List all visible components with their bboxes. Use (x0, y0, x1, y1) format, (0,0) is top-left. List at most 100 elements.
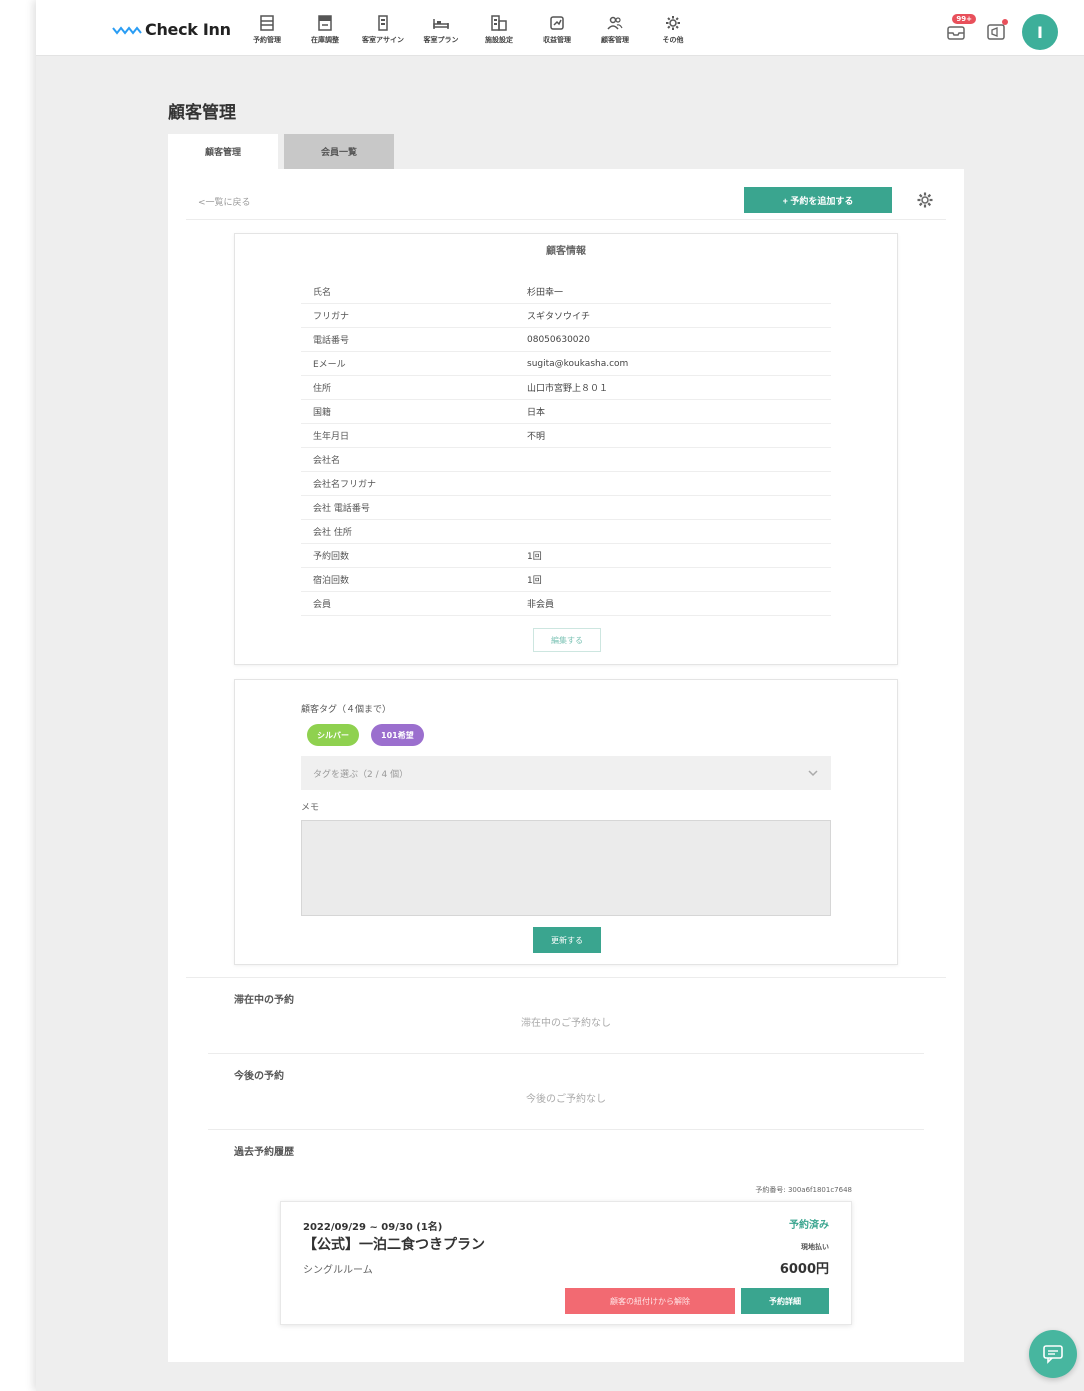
unread-dot (1002, 19, 1008, 25)
reservation-number: 予約番号: 300a6f1801c7648 (755, 1186, 852, 1194)
nav-label: 在庫調整 (311, 36, 339, 44)
info-label: 会社名フリガナ (313, 480, 377, 490)
info-row: 予約回数 1回 (301, 544, 831, 568)
info-label: 電話番号 (313, 336, 350, 346)
nav-item-revenue[interactable]: 収益管理 (528, 14, 586, 45)
unlink-customer-button[interactable]: 顧客の紐付けから解除 (565, 1288, 735, 1314)
add-reservation-button[interactable]: + 予約を追加する (744, 187, 892, 213)
chart-icon (550, 16, 564, 30)
info-label: 氏名 (313, 288, 332, 298)
avatar[interactable]: I (1022, 14, 1058, 50)
divider (208, 1129, 924, 1130)
nav-item-room-assign[interactable]: 客室アサイン (354, 14, 412, 45)
nav-item-reservations[interactable]: 予約管理 (238, 14, 296, 45)
past-reservation-card[interactable]: 2022/09/29 ~ 09/30 (1名) 【公式】一泊二食つきプラン シン… (280, 1201, 852, 1325)
nav-item-customers[interactable]: 顧客管理 (586, 14, 644, 45)
tab-bar: 顧客管理 会員一覧 (168, 134, 400, 169)
customer-tags-label: 顧客タグ（４個まで） (301, 705, 392, 715)
divider (208, 1053, 924, 1054)
nav-label: 客室プラン (423, 36, 459, 44)
info-label: 宿泊回数 (313, 576, 350, 586)
info-label: 予約回数 (313, 552, 350, 562)
announcements-button[interactable] (982, 18, 1010, 46)
list-icon (260, 15, 274, 31)
memo-label: メモ (301, 803, 320, 813)
main-nav: 予約管理 在庫調整 客室アサイン 客室プラン 施設設定 収益管理 顧客管理 その… (238, 14, 702, 45)
info-label: 生年月日 (313, 432, 350, 442)
nav-label: 予約管理 (253, 36, 281, 44)
inbox-notification-icon (947, 26, 965, 40)
staying-empty-text: 滞在中のご予約なし (521, 1018, 611, 1029)
building-icon (378, 15, 388, 31)
info-value: 山口市宮野上８０１ (527, 384, 609, 394)
notifications-button[interactable]: 99+ (942, 14, 976, 46)
update-button[interactable]: 更新する (533, 927, 601, 953)
info-row: 氏名 杉田幸一 (301, 280, 831, 304)
reservation-status: 予約済み (789, 1220, 829, 1231)
nav-item-inventory[interactable]: 在庫調整 (296, 14, 354, 45)
info-label: 住所 (313, 384, 332, 394)
info-row: 会社 住所 (301, 520, 831, 544)
customer-info-title: 顧客情報 (546, 246, 586, 257)
info-row: 国籍 日本 (301, 400, 831, 424)
nav-item-other[interactable]: その他 (644, 14, 702, 45)
tag-room-101[interactable]: 101希望 (371, 724, 424, 746)
upcoming-empty-text: 今後のご予約なし (526, 1094, 606, 1105)
divider (186, 219, 946, 220)
upcoming-section-title: 今後の予約 (234, 1071, 284, 1082)
info-row: 会社名フリガナ (301, 472, 831, 496)
info-row: 会社名 (301, 448, 831, 472)
reservation-plan: 【公式】一泊二食つきプラン (303, 1237, 485, 1253)
info-row: 会員 非会員 (301, 592, 831, 616)
chat-button[interactable] (1029, 1330, 1077, 1378)
users-icon (607, 16, 623, 30)
tab-customer-management[interactable]: 顧客管理 (168, 134, 278, 169)
tag-list: シルバー 101希望 (307, 724, 436, 746)
nav-label: 施設設定 (485, 36, 513, 44)
facility-icon (491, 15, 507, 31)
nav-item-room-plans[interactable]: 客室プラン (412, 14, 470, 45)
reservation-room: シングルルーム (303, 1265, 373, 1276)
inbox-icon (318, 15, 332, 31)
settings-gear-icon[interactable] (916, 191, 934, 209)
nav-label: その他 (662, 36, 684, 44)
notification-badge: 99+ (952, 14, 976, 24)
divider (186, 977, 946, 978)
tag-silver[interactable]: シルバー (307, 724, 359, 746)
nav-item-facility[interactable]: 施設設定 (470, 14, 528, 45)
info-value: 不明 (527, 432, 546, 442)
top-bar: Check Inn 予約管理 在庫調整 客室アサイン 客室プラン 施設設定 収益… (36, 0, 1084, 56)
info-label: Eメール (313, 360, 346, 370)
customer-info-card: 顧客情報 氏名 杉田幸一 フリガナ スギタソウイチ 電話番号 08050630020 … (234, 233, 898, 665)
chat-icon (1043, 1345, 1063, 1364)
logo-mark-icon (112, 25, 142, 35)
tab-member-list[interactable]: 会員一覧 (284, 134, 394, 169)
info-value: スギタソウイチ (527, 312, 591, 322)
main-panel: <一覧に戻る + 予約を追加する 顧客情報 氏名 杉田幸一 フリガナ スギタソウイチ… (168, 169, 964, 1362)
info-row: 住所 山口市宮野上８０１ (301, 376, 831, 400)
reservation-detail-button[interactable]: 予約詳細 (741, 1288, 829, 1314)
memo-textarea[interactable] (301, 820, 831, 916)
info-label: 会社名 (313, 456, 341, 466)
info-label: 会社 電話番号 (313, 504, 370, 514)
nav-label: 収益管理 (543, 36, 571, 44)
chevron-down-icon (808, 770, 818, 777)
edit-customer-button[interactable]: 編集する (533, 628, 601, 652)
tag-select[interactable]: タグを選ぶ（2 / 4 個） (301, 756, 831, 790)
tags-memo-card: 顧客タグ（４個まで） シルバー 101希望 タグを選ぶ（2 / 4 個） メモ … (234, 679, 898, 965)
gear-icon (666, 16, 680, 30)
info-value: 08050630020 (527, 334, 590, 345)
info-label: 会員 (313, 600, 332, 610)
payment-method: 現地払い (801, 1243, 829, 1251)
info-value: sugita@koukasha.com (527, 358, 629, 369)
info-row: 生年月日 不明 (301, 424, 831, 448)
customer-info-table: 氏名 杉田幸一 フリガナ スギタソウイチ 電話番号 08050630020 Eメール s… (301, 280, 831, 616)
back-to-list-link[interactable]: <一覧に戻る (198, 195, 251, 208)
logo[interactable]: Check Inn (112, 20, 231, 39)
tag-select-placeholder: タグを選ぶ（2 / 4 個） (313, 769, 409, 780)
nav-label: 客室アサイン (362, 36, 404, 44)
brand-name: Check Inn (145, 20, 231, 39)
page-title: 顧客管理 (168, 103, 236, 123)
past-section-title: 過去予約履歴 (234, 1147, 294, 1158)
info-label: フリガナ (313, 312, 350, 322)
